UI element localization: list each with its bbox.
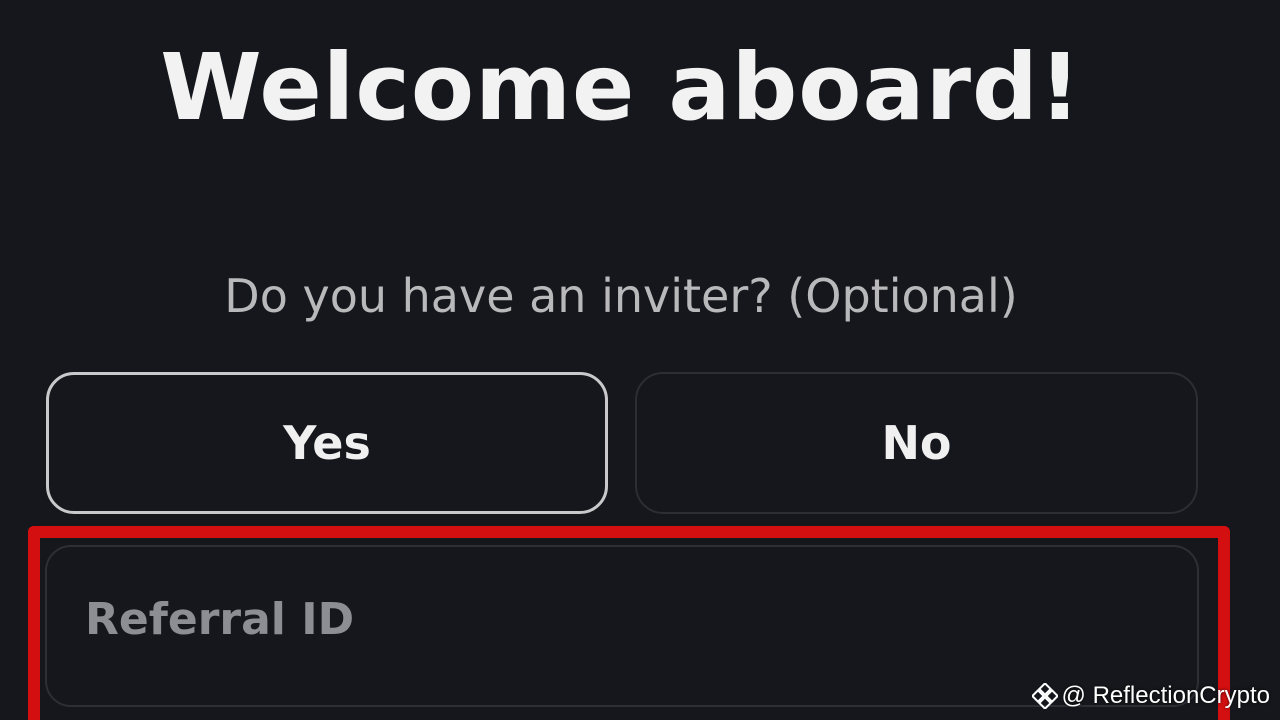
referral-id-field[interactable] xyxy=(45,545,1199,707)
yes-button[interactable]: Yes xyxy=(46,372,608,514)
binance-logo-icon xyxy=(1031,683,1058,709)
no-button-label: No xyxy=(881,416,952,470)
inviter-question: Do you have an inviter? (Optional) xyxy=(224,269,1018,323)
page-title: Welcome aboard! xyxy=(160,34,1082,141)
watermark-text: @ ReflectionCrypto xyxy=(1061,682,1270,709)
watermark: @ ReflectionCrypto xyxy=(1031,682,1270,710)
referral-id-input[interactable] xyxy=(47,547,1197,705)
no-button[interactable]: No xyxy=(635,372,1198,514)
yes-button-label: Yes xyxy=(283,416,371,470)
